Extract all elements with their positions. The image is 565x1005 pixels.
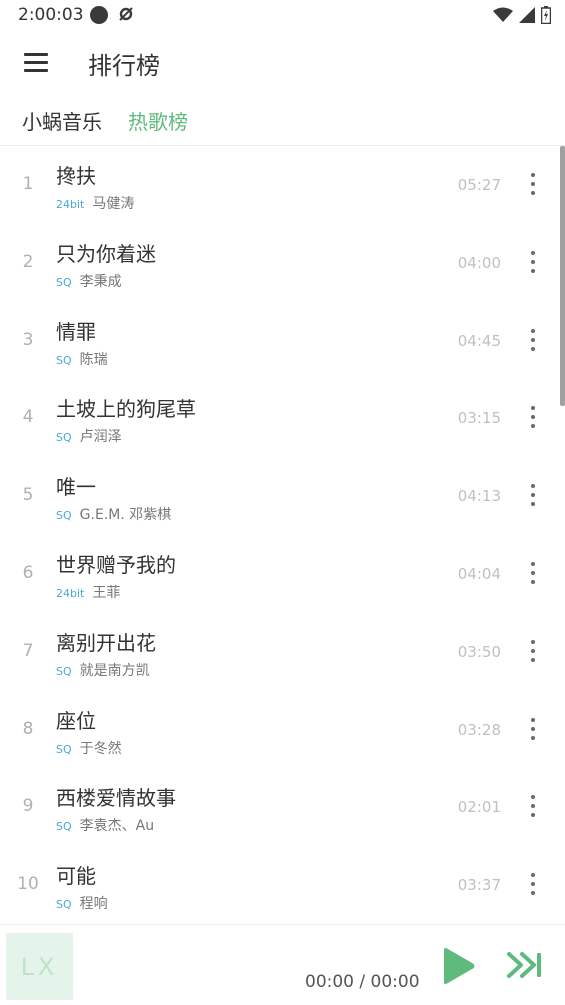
artist-name: G.E.M. 邓紫棋: [79, 507, 172, 524]
quality-badge: 24bit: [56, 586, 85, 600]
song-name: 唯一: [56, 475, 96, 500]
list-item[interactable]: 3 情罪 SQ 陈瑞 04:45: [0, 302, 565, 380]
album-cover[interactable]: LX: [6, 933, 73, 1000]
song-name: 座位: [56, 708, 96, 733]
song-name: 情罪: [56, 319, 96, 344]
quality-badge: SQ: [56, 275, 72, 289]
song-index: 1: [22, 174, 34, 194]
more-options-icon[interactable]: [523, 561, 543, 584]
list-item[interactable]: 8 座位 SQ 于冬然 03:28: [0, 691, 565, 769]
song-list[interactable]: 1 搀扶 24bit 马健涛 05:27 2 只为你着迷 SQ 李秉成 04:00 …: [0, 146, 565, 924]
quality-badge: SQ: [56, 431, 72, 445]
artist-name: 于冬然: [79, 740, 122, 757]
list-item[interactable]: 10 可能 SQ 程响 03:37: [0, 846, 565, 924]
song-duration: 04:04: [457, 564, 501, 583]
song-index: 7: [22, 640, 34, 661]
song-duration: 03:37: [457, 876, 501, 895]
song-name: 搀扶: [56, 164, 96, 188]
status-bar: 2:00:03: [0, 0, 565, 32]
more-options-icon[interactable]: [523, 639, 543, 662]
board-name[interactable]: 热歌榜: [128, 106, 188, 135]
song-duration: 02:01: [457, 798, 501, 817]
song-index: 2: [22, 251, 34, 272]
song-name: 可能: [56, 864, 96, 889]
song-name: 土坡上的狗尾草: [56, 397, 196, 422]
more-options-icon[interactable]: [523, 173, 543, 195]
next-track-icon[interactable]: [506, 951, 544, 979]
quality-badge: SQ: [56, 509, 72, 523]
list-item[interactable]: 7 离别开出花 SQ 就是南方凯 03:50: [0, 613, 565, 691]
song-index: 6: [22, 562, 34, 583]
player-bar: LX 00:00 / 00:00: [0, 924, 565, 1005]
more-options-icon[interactable]: [523, 328, 543, 351]
list-item[interactable]: 1 搀扶 24bit 马健涛 05:27: [0, 146, 565, 224]
wifi-icon: [493, 7, 513, 22]
more-options-icon[interactable]: [523, 250, 543, 273]
circle-notification-icon: [90, 6, 108, 24]
song-name: 只为你着迷: [56, 241, 156, 266]
song-duration: 05:27: [457, 176, 501, 194]
song-index: 4: [22, 407, 34, 428]
artist-name: 李秉成: [79, 273, 122, 290]
more-options-icon[interactable]: [523, 484, 543, 507]
quality-badge: SQ: [56, 898, 72, 912]
artist-name: 李袁杰、Au: [79, 818, 155, 835]
artist-name: 陈瑞: [79, 351, 108, 368]
more-options-icon[interactable]: [523, 406, 543, 429]
page-title: 排行榜: [88, 52, 160, 80]
misc-notification-icon: [119, 7, 133, 21]
playback-time: 00:00 / 00:00: [305, 972, 420, 992]
list-item[interactable]: 4 土坡上的狗尾草 SQ 卢润泽 03:15: [0, 379, 565, 457]
more-options-icon[interactable]: [523, 795, 543, 818]
quality-badge: SQ: [56, 664, 72, 678]
artist-name: 程响: [79, 896, 108, 913]
song-name: 离别开出花: [56, 630, 156, 655]
artist-name: 马健涛: [92, 196, 135, 212]
more-options-icon[interactable]: [523, 717, 543, 740]
list-item[interactable]: 2 只为你着迷 SQ 李秉成 04:00: [0, 224, 565, 302]
song-duration: 03:28: [457, 720, 501, 739]
song-duration: 03:50: [457, 642, 501, 661]
app-bar: 排行榜: [0, 32, 565, 92]
list-item[interactable]: 6 世界赠予我的 24bit 王菲 04:04: [0, 535, 565, 613]
song-duration: 04:00: [457, 253, 501, 272]
list-item[interactable]: 9 西楼爱情故事 SQ 李袁杰、Au 02:01: [0, 768, 565, 846]
signal-icon: [519, 7, 535, 23]
list-scrollbar[interactable]: [560, 146, 565, 406]
song-index: 5: [22, 485, 34, 506]
song-index: 8: [22, 718, 34, 739]
battery-charging-icon: [541, 6, 551, 24]
song-duration: 03:15: [457, 409, 501, 428]
artist-name: 就是南方凯: [79, 662, 150, 679]
source-selector: 小蜗音乐 热歌榜: [0, 96, 565, 144]
status-right-icons: [493, 6, 551, 24]
quality-badge: SQ: [56, 820, 72, 834]
song-name: 西楼爱情故事: [56, 786, 176, 811]
play-icon[interactable]: [440, 947, 476, 985]
more-options-icon[interactable]: [523, 873, 543, 896]
quality-badge: SQ: [56, 353, 72, 367]
song-duration: 04:45: [457, 331, 501, 350]
artist-name: 王菲: [92, 584, 121, 601]
hamburger-menu-icon[interactable]: [20, 49, 52, 77]
source-name[interactable]: 小蜗音乐: [22, 106, 102, 135]
artist-name: 卢润泽: [79, 429, 122, 446]
song-index: 10: [17, 874, 39, 895]
quality-badge: SQ: [56, 742, 72, 756]
quality-badge: 24bit: [56, 198, 85, 211]
song-duration: 04:13: [457, 487, 501, 506]
song-name: 世界赠予我的: [56, 552, 176, 577]
list-item[interactable]: 5 唯一 SQ G.E.M. 邓紫棋 04:13: [0, 457, 565, 535]
song-index: 9: [22, 796, 34, 817]
status-time: 2:00:03: [18, 5, 84, 25]
song-index: 3: [22, 329, 34, 350]
